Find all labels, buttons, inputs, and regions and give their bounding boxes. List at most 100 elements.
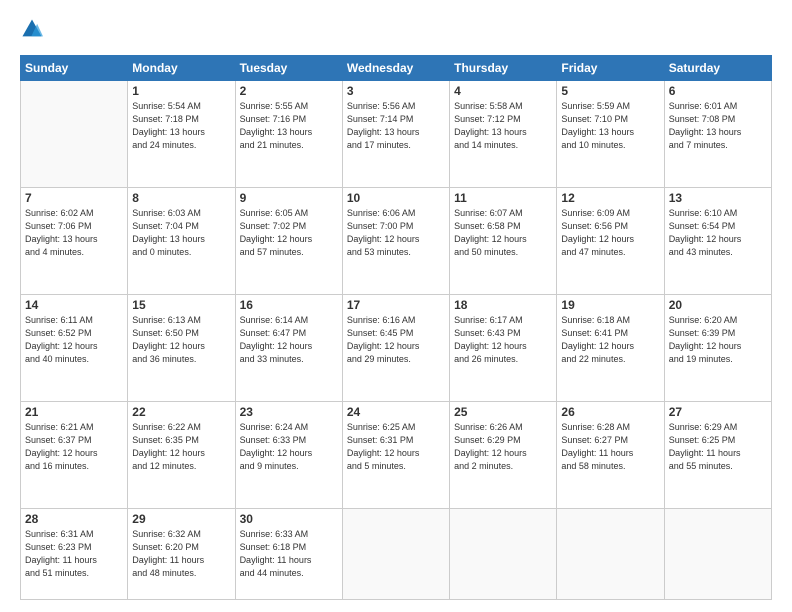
day-info: Sunrise: 6:09 AMSunset: 6:56 PMDaylight:… <box>561 207 659 259</box>
day-info: Sunrise: 6:32 AMSunset: 6:20 PMDaylight:… <box>132 528 230 580</box>
calendar-cell: 16 Sunrise: 6:14 AMSunset: 6:47 PMDayligh… <box>235 294 342 401</box>
calendar-cell: 6 Sunrise: 6:01 AMSunset: 7:08 PMDaylight… <box>664 81 771 188</box>
calendar-cell: 21Sunrise: 6:21 AMSunset: 6:37 PMDayligh… <box>21 401 128 508</box>
col-tuesday: Tuesday <box>235 56 342 81</box>
day-number: 18 <box>454 298 552 312</box>
calendar-cell: 11Sunrise: 6:07 AMSunset: 6:58 PMDayligh… <box>450 187 557 294</box>
day-number: 17 <box>347 298 445 312</box>
calendar-cell: 14 Sunrise: 6:11 AMSunset: 6:52 PMDayligh… <box>21 294 128 401</box>
calendar-cell: 9 Sunrise: 6:05 AMSunset: 7:02 PMDaylight… <box>235 187 342 294</box>
calendar-cell: 30 Sunrise: 6:33 AMSunset: 6:18 PMDayligh… <box>235 508 342 599</box>
day-number: 7 <box>25 191 123 205</box>
calendar-cell: 4Sunrise: 5:58 AMSunset: 7:12 PMDaylight… <box>450 81 557 188</box>
day-info: Sunrise: 5:54 AMSunset: 7:18 PMDaylight:… <box>132 100 230 152</box>
calendar-cell: 10 Sunrise: 6:06 AMSunset: 7:00 PMDayligh… <box>342 187 449 294</box>
day-number: 14 <box>25 298 123 312</box>
calendar-cell <box>450 508 557 599</box>
day-info: Sunrise: 6:26 AMSunset: 6:29 PMDaylight:… <box>454 421 552 473</box>
day-info: Sunrise: 6:11 AMSunset: 6:52 PMDaylight:… <box>25 314 123 366</box>
calendar-cell: 22 Sunrise: 6:22 AMSunset: 6:35 PMDayligh… <box>128 401 235 508</box>
calendar-cell: 23 Sunrise: 6:24 AMSunset: 6:33 PMDayligh… <box>235 401 342 508</box>
calendar-cell <box>557 508 664 599</box>
day-info: Sunrise: 6:02 AMSunset: 7:06 PMDaylight:… <box>25 207 123 259</box>
day-info: Sunrise: 6:22 AMSunset: 6:35 PMDaylight:… <box>132 421 230 473</box>
day-info: Sunrise: 6:29 AMSunset: 6:25 PMDaylight:… <box>669 421 767 473</box>
day-info: Sunrise: 6:20 AMSunset: 6:39 PMDaylight:… <box>669 314 767 366</box>
calendar-cell: 7 Sunrise: 6:02 AMSunset: 7:06 PMDaylight… <box>21 187 128 294</box>
day-info: Sunrise: 6:05 AMSunset: 7:02 PMDaylight:… <box>240 207 338 259</box>
col-monday: Monday <box>128 56 235 81</box>
col-friday: Friday <box>557 56 664 81</box>
day-info: Sunrise: 6:01 AMSunset: 7:08 PMDaylight:… <box>669 100 767 152</box>
col-thursday: Thursday <box>450 56 557 81</box>
day-number: 8 <box>132 191 230 205</box>
calendar-cell: 28 Sunrise: 6:31 AMSunset: 6:23 PMDayligh… <box>21 508 128 599</box>
logo-icon <box>21 18 43 40</box>
calendar-cell: 13 Sunrise: 6:10 AMSunset: 6:54 PMDayligh… <box>664 187 771 294</box>
day-number: 3 <box>347 84 445 98</box>
calendar-cell: 12 Sunrise: 6:09 AMSunset: 6:56 PMDayligh… <box>557 187 664 294</box>
day-info: Sunrise: 6:17 AMSunset: 6:43 PMDaylight:… <box>454 314 552 366</box>
calendar-cell: 3 Sunrise: 5:56 AMSunset: 7:14 PMDaylight… <box>342 81 449 188</box>
calendar-cell <box>342 508 449 599</box>
day-info: Sunrise: 6:21 AMSunset: 6:37 PMDaylight:… <box>25 421 123 473</box>
day-info: Sunrise: 6:13 AMSunset: 6:50 PMDaylight:… <box>132 314 230 366</box>
day-number: 4 <box>454 84 552 98</box>
day-info: Sunrise: 5:59 AMSunset: 7:10 PMDaylight:… <box>561 100 659 152</box>
day-info: Sunrise: 6:31 AMSunset: 6:23 PMDaylight:… <box>25 528 123 580</box>
calendar-cell: 25 Sunrise: 6:26 AMSunset: 6:29 PMDayligh… <box>450 401 557 508</box>
calendar-table: Sunday Monday Tuesday Wednesday Thursday… <box>20 55 772 600</box>
day-info: Sunrise: 6:03 AMSunset: 7:04 PMDaylight:… <box>132 207 230 259</box>
day-number: 25 <box>454 405 552 419</box>
calendar-cell: 20 Sunrise: 6:20 AMSunset: 6:39 PMDayligh… <box>664 294 771 401</box>
day-number: 15 <box>132 298 230 312</box>
calendar-cell: 1 Sunrise: 5:54 AMSunset: 7:18 PMDaylight… <box>128 81 235 188</box>
calendar-cell: 26 Sunrise: 6:28 AMSunset: 6:27 PMDayligh… <box>557 401 664 508</box>
day-number: 16 <box>240 298 338 312</box>
calendar-cell <box>21 81 128 188</box>
day-info: Sunrise: 6:28 AMSunset: 6:27 PMDaylight:… <box>561 421 659 473</box>
day-info: Sunrise: 6:18 AMSunset: 6:41 PMDaylight:… <box>561 314 659 366</box>
day-info: Sunrise: 6:33 AMSunset: 6:18 PMDaylight:… <box>240 528 338 580</box>
calendar-cell: 8 Sunrise: 6:03 AMSunset: 7:04 PMDaylight… <box>128 187 235 294</box>
logo <box>20 18 45 45</box>
day-info: Sunrise: 6:25 AMSunset: 6:31 PMDaylight:… <box>347 421 445 473</box>
day-number: 10 <box>347 191 445 205</box>
day-number: 9 <box>240 191 338 205</box>
day-info: Sunrise: 6:06 AMSunset: 7:00 PMDaylight:… <box>347 207 445 259</box>
day-number: 11 <box>454 191 552 205</box>
calendar-cell: 24 Sunrise: 6:25 AMSunset: 6:31 PMDayligh… <box>342 401 449 508</box>
calendar-cell: 19 Sunrise: 6:18 AMSunset: 6:41 PMDayligh… <box>557 294 664 401</box>
calendar-cell: 29 Sunrise: 6:32 AMSunset: 6:20 PMDayligh… <box>128 508 235 599</box>
day-number: 30 <box>240 512 338 526</box>
calendar-cell: 27 Sunrise: 6:29 AMSunset: 6:25 PMDayligh… <box>664 401 771 508</box>
day-number: 19 <box>561 298 659 312</box>
day-number: 20 <box>669 298 767 312</box>
calendar-cell: 18 Sunrise: 6:17 AMSunset: 6:43 PMDayligh… <box>450 294 557 401</box>
day-info: Sunrise: 6:14 AMSunset: 6:47 PMDaylight:… <box>240 314 338 366</box>
day-info: Sunrise: 5:56 AMSunset: 7:14 PMDaylight:… <box>347 100 445 152</box>
day-number: 26 <box>561 405 659 419</box>
calendar-cell <box>664 508 771 599</box>
day-number: 5 <box>561 84 659 98</box>
day-info: Sunrise: 6:24 AMSunset: 6:33 PMDaylight:… <box>240 421 338 473</box>
day-number: 29 <box>132 512 230 526</box>
day-number: 6 <box>669 84 767 98</box>
day-number: 1 <box>132 84 230 98</box>
col-wednesday: Wednesday <box>342 56 449 81</box>
day-info: Sunrise: 6:16 AMSunset: 6:45 PMDaylight:… <box>347 314 445 366</box>
col-sunday: Sunday <box>21 56 128 81</box>
day-number: 13 <box>669 191 767 205</box>
day-info: Sunrise: 6:10 AMSunset: 6:54 PMDaylight:… <box>669 207 767 259</box>
calendar-cell: 2Sunrise: 5:55 AMSunset: 7:16 PMDaylight… <box>235 81 342 188</box>
day-number: 24 <box>347 405 445 419</box>
page-header <box>20 18 772 45</box>
day-number: 22 <box>132 405 230 419</box>
day-number: 12 <box>561 191 659 205</box>
day-info: Sunrise: 5:55 AMSunset: 7:16 PMDaylight:… <box>240 100 338 152</box>
day-number: 23 <box>240 405 338 419</box>
day-number: 28 <box>25 512 123 526</box>
day-number: 27 <box>669 405 767 419</box>
col-saturday: Saturday <box>664 56 771 81</box>
calendar-header-row: Sunday Monday Tuesday Wednesday Thursday… <box>21 56 772 81</box>
